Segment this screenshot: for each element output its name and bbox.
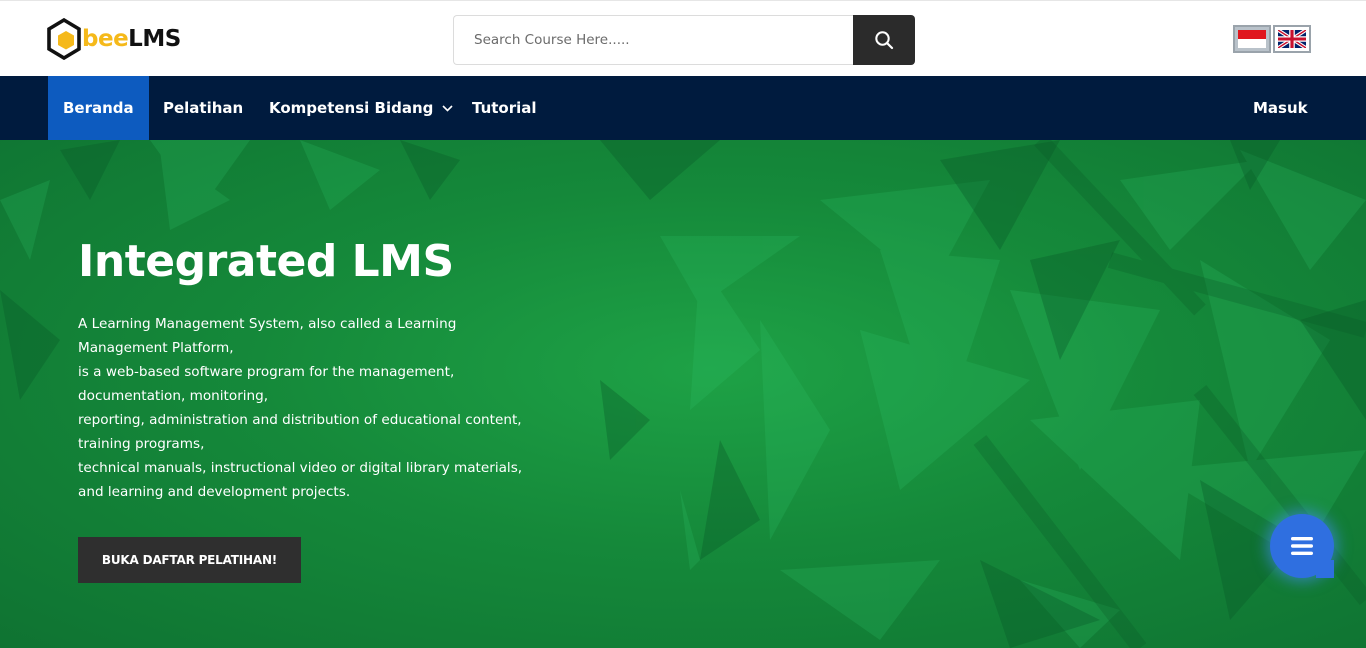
nav-item-pelatihan[interactable]: Pelatihan xyxy=(163,76,243,140)
top-header: beeLMS xyxy=(0,0,1366,76)
bee-hexagon-logo-icon xyxy=(47,18,81,60)
hero-banner: Integrated LMS A Learning Management Sys… xyxy=(0,140,1366,648)
hero-title: Integrated LMS xyxy=(78,236,454,287)
language-english[interactable] xyxy=(1273,25,1311,53)
language-indonesian[interactable] xyxy=(1233,25,1271,53)
chevron-down-icon xyxy=(442,104,453,112)
logo[interactable]: beeLMS xyxy=(47,18,181,60)
search-icon xyxy=(875,31,894,50)
logo-text-bee: bee xyxy=(82,26,129,52)
nav-item-beranda[interactable]: Beranda xyxy=(48,76,149,140)
hero-description-line: Management Platform, xyxy=(78,340,234,356)
hero-description: A Learning Management System, also calle… xyxy=(78,312,548,504)
nav-item-kompetensi-bidang[interactable]: Kompetensi Bidang xyxy=(269,76,453,140)
menu-icon xyxy=(1291,537,1313,555)
search-bar xyxy=(453,15,915,65)
search-input[interactable] xyxy=(453,15,853,65)
main-navbar: Beranda Pelatihan Kompetensi Bidang Tuto… xyxy=(0,76,1366,140)
hero-description-line: is a web-based software program for the … xyxy=(78,364,455,380)
hero-description-line: documentation, monitoring, xyxy=(78,388,269,404)
indonesia-flag-icon xyxy=(1238,30,1266,48)
nav-item-label: Beranda xyxy=(63,99,134,117)
search-button[interactable] xyxy=(853,15,915,65)
nav-item-label: Tutorial xyxy=(472,99,537,117)
hero-description-line: training programs, xyxy=(78,436,205,452)
login-link[interactable]: Masuk xyxy=(1253,76,1308,140)
hero-description-line: A Learning Management System, also calle… xyxy=(78,316,457,332)
hero-description-line: reporting, administration and distributi… xyxy=(78,412,522,428)
hero-description-line: and learning and development projects. xyxy=(78,484,351,500)
nav-item-label: Kompetensi Bidang xyxy=(269,99,434,117)
open-training-list-button[interactable]: BUKA DAFTAR PELATIHAN! xyxy=(78,537,301,583)
floating-menu-button[interactable] xyxy=(1270,514,1334,578)
login-label: Masuk xyxy=(1253,99,1308,117)
chat-bubble-tail xyxy=(1316,560,1334,578)
nav-item-label: Pelatihan xyxy=(163,99,244,117)
hero-description-line: technical manuals, instructional video o… xyxy=(78,460,523,476)
logo-text-lms: LMS xyxy=(128,26,181,52)
language-switcher xyxy=(1233,25,1311,53)
uk-flag-icon xyxy=(1278,30,1306,48)
nav-item-tutorial[interactable]: Tutorial xyxy=(472,76,537,140)
